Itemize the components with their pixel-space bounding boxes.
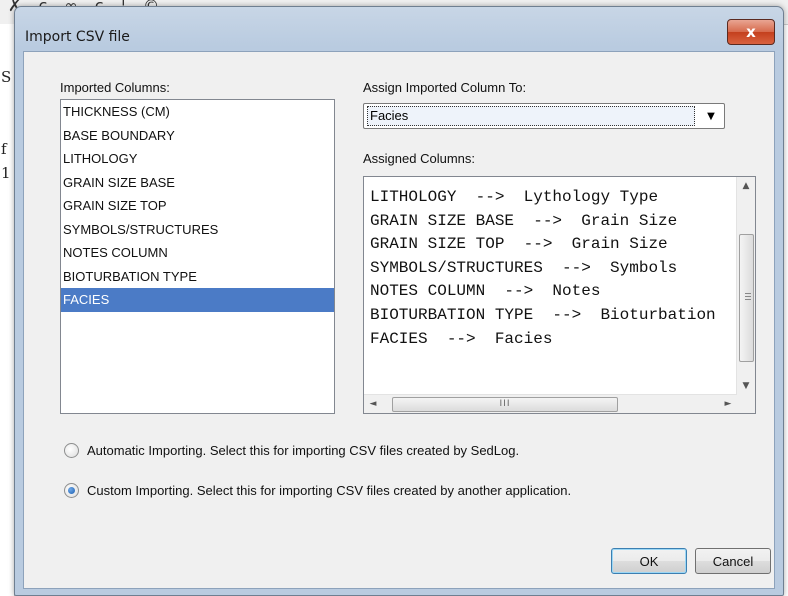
background-letter: f [1, 140, 7, 158]
scroll-right-icon[interactable]: ► [719, 395, 737, 413]
cancel-button[interactable]: Cancel [695, 548, 771, 574]
assign-column-dropdown[interactable]: Facies ▼ [363, 103, 725, 129]
assigned-line: NOTES COLUMN --> Notes [370, 282, 601, 301]
horizontal-scroll-thumb[interactable]: III [392, 397, 618, 412]
chevron-down-icon[interactable]: ▼ [698, 104, 724, 128]
grip-line [745, 296, 751, 297]
imported-columns-label: Imported Columns: [60, 80, 170, 95]
imported-columns-list[interactable]: THICKNESS (CM) BASE BOUNDARY LITHOLOGY G… [60, 99, 335, 414]
assigned-line: BIOTURBATION TYPE --> Bioturbation [370, 305, 716, 324]
list-item[interactable]: THICKNESS (CM) [61, 100, 334, 124]
ok-button[interactable]: OK [611, 548, 687, 574]
custom-importing-option[interactable]: Custom Importing. Select this for import… [64, 483, 571, 498]
scroll-up-icon[interactable]: ▲ [737, 177, 755, 195]
assigned-columns-textbox[interactable]: LITHOLOGY --> Lythology Type GRAIN SIZE … [363, 176, 756, 414]
list-item-selected[interactable]: FACIES [61, 288, 334, 312]
list-item[interactable]: GRAIN SIZE TOP [61, 194, 334, 218]
background-app-edge: S f 1 [0, 24, 15, 596]
assigned-columns-content: LITHOLOGY --> Lythology Type GRAIN SIZE … [370, 186, 735, 388]
automatic-importing-label[interactable]: Automatic Importing. Select this for imp… [87, 443, 519, 458]
assigned-line: GRAIN SIZE BASE --> Grain Size [370, 211, 678, 230]
list-item[interactable]: BASE BOUNDARY [61, 124, 334, 148]
custom-importing-radio[interactable] [64, 483, 79, 498]
close-icon: x [746, 23, 756, 41]
list-item[interactable]: LITHOLOGY [61, 147, 334, 171]
assigned-line: FACIES --> Facies [370, 329, 553, 348]
assigned-line: LITHOLOGY --> Lythology Type [370, 188, 659, 206]
list-item[interactable]: GRAIN SIZE BASE [61, 171, 334, 195]
vertical-scrollbar[interactable]: ▲ ▼ [736, 177, 755, 395]
close-button[interactable]: x [727, 19, 775, 45]
grip-line [745, 299, 751, 300]
list-item[interactable]: BIOTURBATION TYPE [61, 265, 334, 289]
grip-line [745, 293, 751, 294]
background-letter: S [1, 68, 12, 86]
assign-column-label: Assign Imported Column To: [363, 80, 527, 95]
title-bar[interactable]: Import CSV file x [15, 7, 783, 51]
assigned-line: SYMBOLS/STRUCTURES --> Symbols [370, 258, 678, 277]
background-letter: 1 [1, 164, 11, 182]
assign-column-value: Facies [367, 106, 695, 126]
custom-importing-label[interactable]: Custom Importing. Select this for import… [87, 483, 571, 498]
import-csv-dialog: Import CSV file x Imported Columns: THIC… [14, 6, 784, 596]
assigned-columns-label: Assigned Columns: [363, 151, 475, 166]
list-item[interactable]: NOTES COLUMN [61, 241, 334, 265]
vertical-scroll-thumb[interactable] [739, 234, 754, 362]
window-title: Import CSV file [25, 29, 130, 45]
scroll-left-icon[interactable]: ◄ [364, 395, 382, 413]
scrollbar-corner [737, 395, 755, 413]
automatic-importing-radio[interactable] [64, 443, 79, 458]
automatic-importing-option[interactable]: Automatic Importing. Select this for imp… [64, 443, 519, 458]
dialog-client-area: Imported Columns: THICKNESS (CM) BASE BO… [23, 51, 775, 589]
list-item[interactable]: SYMBOLS/STRUCTURES [61, 218, 334, 242]
assigned-line: GRAIN SIZE TOP --> Grain Size [370, 235, 668, 254]
horizontal-scrollbar[interactable]: ◄ III ► [364, 394, 737, 413]
scroll-down-icon[interactable]: ▼ [737, 377, 755, 395]
